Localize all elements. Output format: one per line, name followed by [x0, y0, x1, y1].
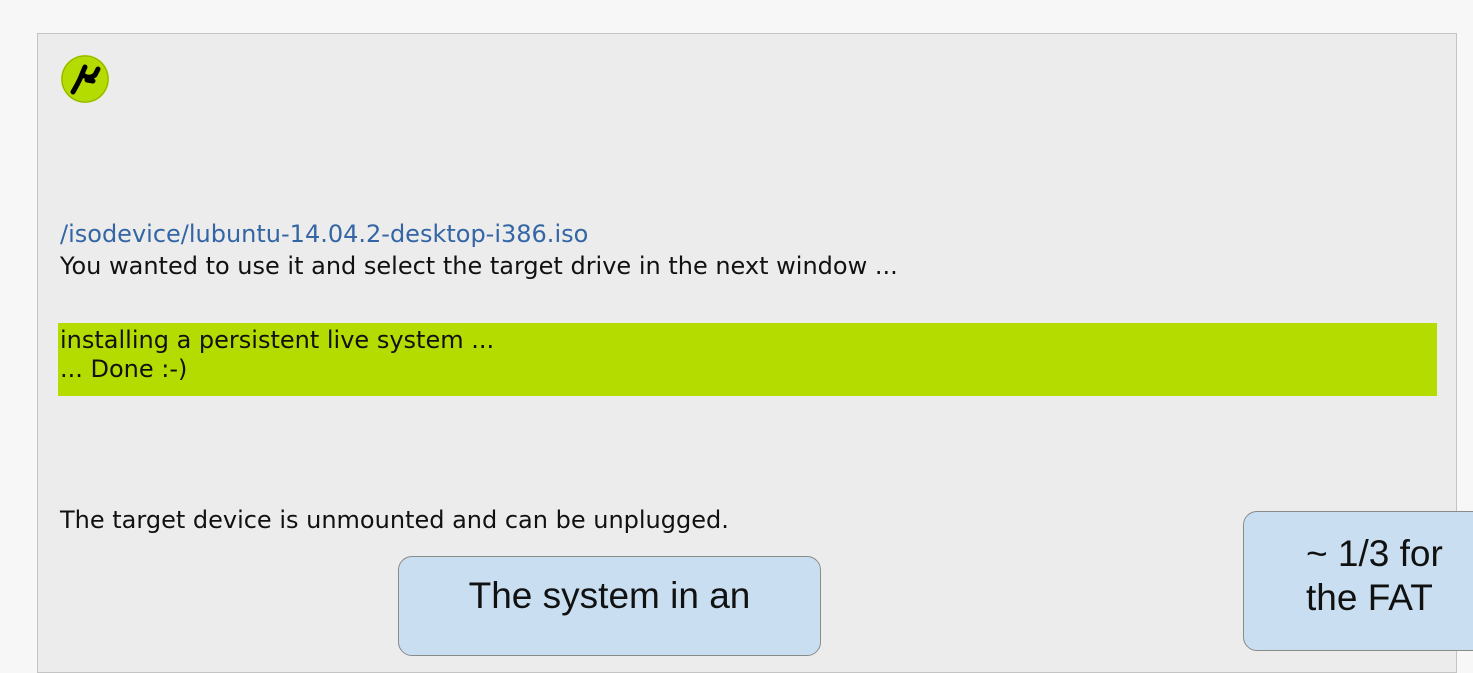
callout-right-line1: ~ 1/3 for — [1306, 533, 1443, 574]
annotation-callout-left: The system in an — [398, 556, 821, 656]
instruction-text: You wanted to use it and select the targ… — [60, 252, 898, 280]
callout-left-text: The system in an — [468, 575, 751, 616]
usb-fork-icon — [60, 54, 110, 104]
annotation-callout-right: ~ 1/3 for the FAT — [1243, 511, 1473, 651]
iso-file-path: /isodevice/lubuntu-14.04.2-desktop-i386.… — [60, 220, 589, 248]
status-line-installing: installing a persistent live system ... — [60, 326, 495, 354]
target-device-message: The target device is unmounted and can b… — [60, 506, 729, 534]
status-line-done: ... Done :-) — [60, 355, 188, 383]
status-box: installing a persistent live system ... … — [58, 323, 1437, 396]
callout-right-line2: the FAT — [1306, 577, 1433, 618]
